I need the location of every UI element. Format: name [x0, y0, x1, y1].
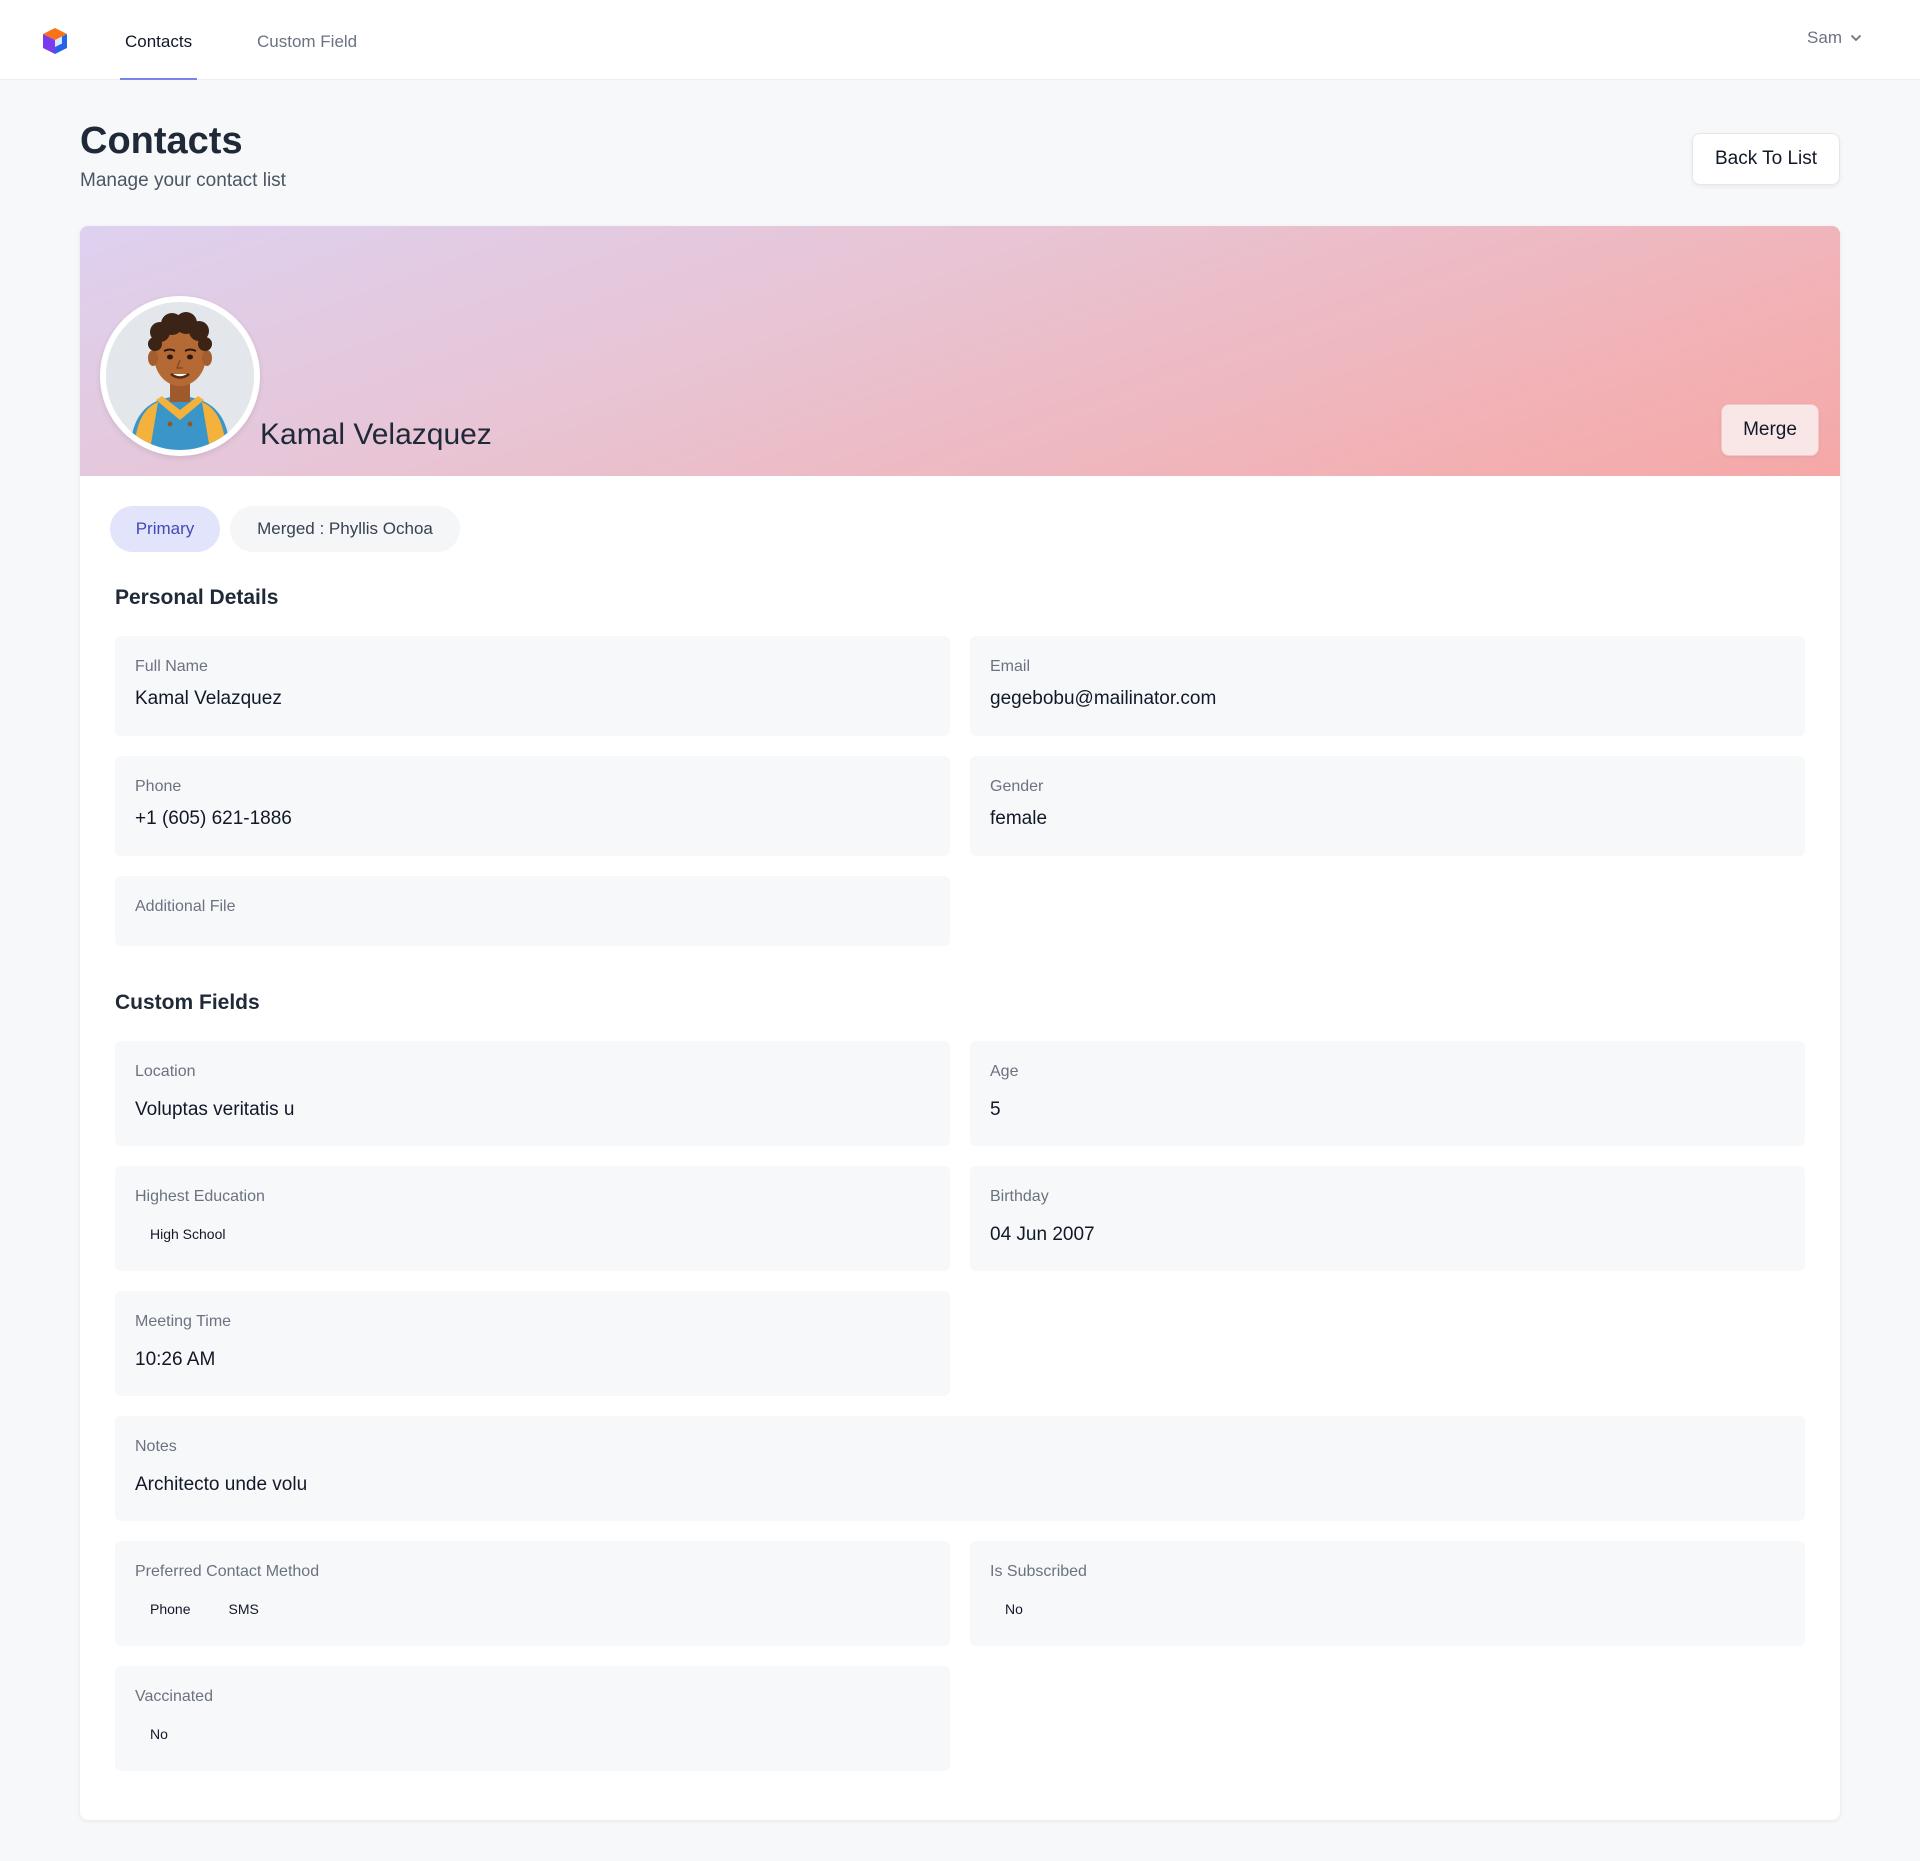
value-chip: No: [1005, 1601, 1023, 1617]
field-label: Preferred Contact Method: [135, 1563, 320, 1580]
app-logo-icon[interactable]: [40, 26, 70, 56]
user-menu[interactable]: Sam: [1807, 28, 1862, 48]
gender-field: Gender female: [970, 756, 1805, 856]
nav-tab-contacts[interactable]: Contacts: [120, 0, 198, 80]
personal-details-heading: Personal Details: [115, 586, 279, 609]
contact-card: Kamal Velazquez Merge Primary Merged : P…: [80, 226, 1840, 1820]
value-chip: Phone: [150, 1601, 191, 1617]
field-value: 10:26 AM: [135, 1349, 216, 1370]
field-value: Kamal Velazquez: [135, 688, 282, 709]
custom-fields-heading: Custom Fields: [115, 991, 260, 1014]
location-field: Location Voluptas veritatis u: [115, 1041, 950, 1146]
avatar: [100, 296, 260, 456]
vaccinated-field: Vaccinated No: [115, 1666, 950, 1771]
field-label: Email: [990, 658, 1031, 675]
field-label: Age: [990, 1063, 1019, 1080]
field-label: Meeting Time: [135, 1313, 232, 1330]
nav-tab-custom-field[interactable]: Custom Field: [252, 0, 362, 80]
field-value: Voluptas veritatis u: [135, 1099, 295, 1120]
back-to-list-button[interactable]: Back To List: [1692, 133, 1840, 185]
birthday-field: Birthday 04 Jun 2007: [970, 1166, 1805, 1271]
age-field: Age 5: [970, 1041, 1805, 1146]
field-label: Birthday: [990, 1188, 1049, 1205]
merge-button[interactable]: Merge: [1721, 404, 1819, 456]
top-navbar: Contacts Custom Field Sam: [0, 0, 1920, 80]
field-label: Phone: [135, 778, 182, 795]
field-label: Full Name: [135, 658, 208, 675]
field-value: Architecto unde volu: [135, 1474, 308, 1495]
field-value: +1 (605) 621-1886: [135, 808, 292, 829]
field-value: female: [990, 808, 1048, 829]
meeting-time-field: Meeting Time 10:26 AM: [115, 1291, 950, 1396]
email-field: Email gegebobu@mailinator.com: [970, 636, 1805, 736]
field-label: Vaccinated: [135, 1688, 213, 1705]
highest-education-field: Highest Education High School: [115, 1166, 950, 1271]
contact-name: Kamal Velazquez: [260, 418, 492, 451]
field-label: Highest Education: [135, 1188, 265, 1205]
notes-field: Notes Architecto unde volu: [115, 1416, 1805, 1521]
page-subtitle: Manage your contact list: [80, 170, 286, 191]
additional-file-field: Additional File: [115, 876, 950, 946]
field-label: Gender: [990, 778, 1044, 795]
tab-merged-contact[interactable]: Merged : Phyllis Ochoa: [230, 506, 460, 552]
field-value: gegebobu@mailinator.com: [990, 688, 1217, 709]
chevron-down-icon: [1851, 35, 1861, 42]
preferred-contact-method-field: Preferred Contact Method Phone SMS: [115, 1541, 950, 1646]
tab-primary[interactable]: Primary: [110, 506, 220, 552]
value-chip: SMS: [228, 1601, 259, 1617]
page-title: Contacts: [80, 120, 243, 162]
field-label: Additional File: [135, 898, 236, 915]
value-chip: No: [150, 1726, 168, 1742]
phone-field: Phone +1 (605) 621-1886: [115, 756, 950, 856]
full-name-field: Full Name Kamal Velazquez: [115, 636, 950, 736]
value-chip: High School: [150, 1226, 226, 1242]
is-subscribed-field: Is Subscribed No: [970, 1541, 1805, 1646]
field-value: 04 Jun 2007: [990, 1224, 1095, 1245]
field-value: 5: [990, 1099, 1001, 1120]
field-label: Notes: [135, 1438, 177, 1455]
avatar-illustration: [106, 302, 254, 450]
field-label: Location: [135, 1063, 196, 1080]
field-label: Is Subscribed: [990, 1563, 1087, 1580]
user-name: Sam: [1807, 28, 1842, 47]
